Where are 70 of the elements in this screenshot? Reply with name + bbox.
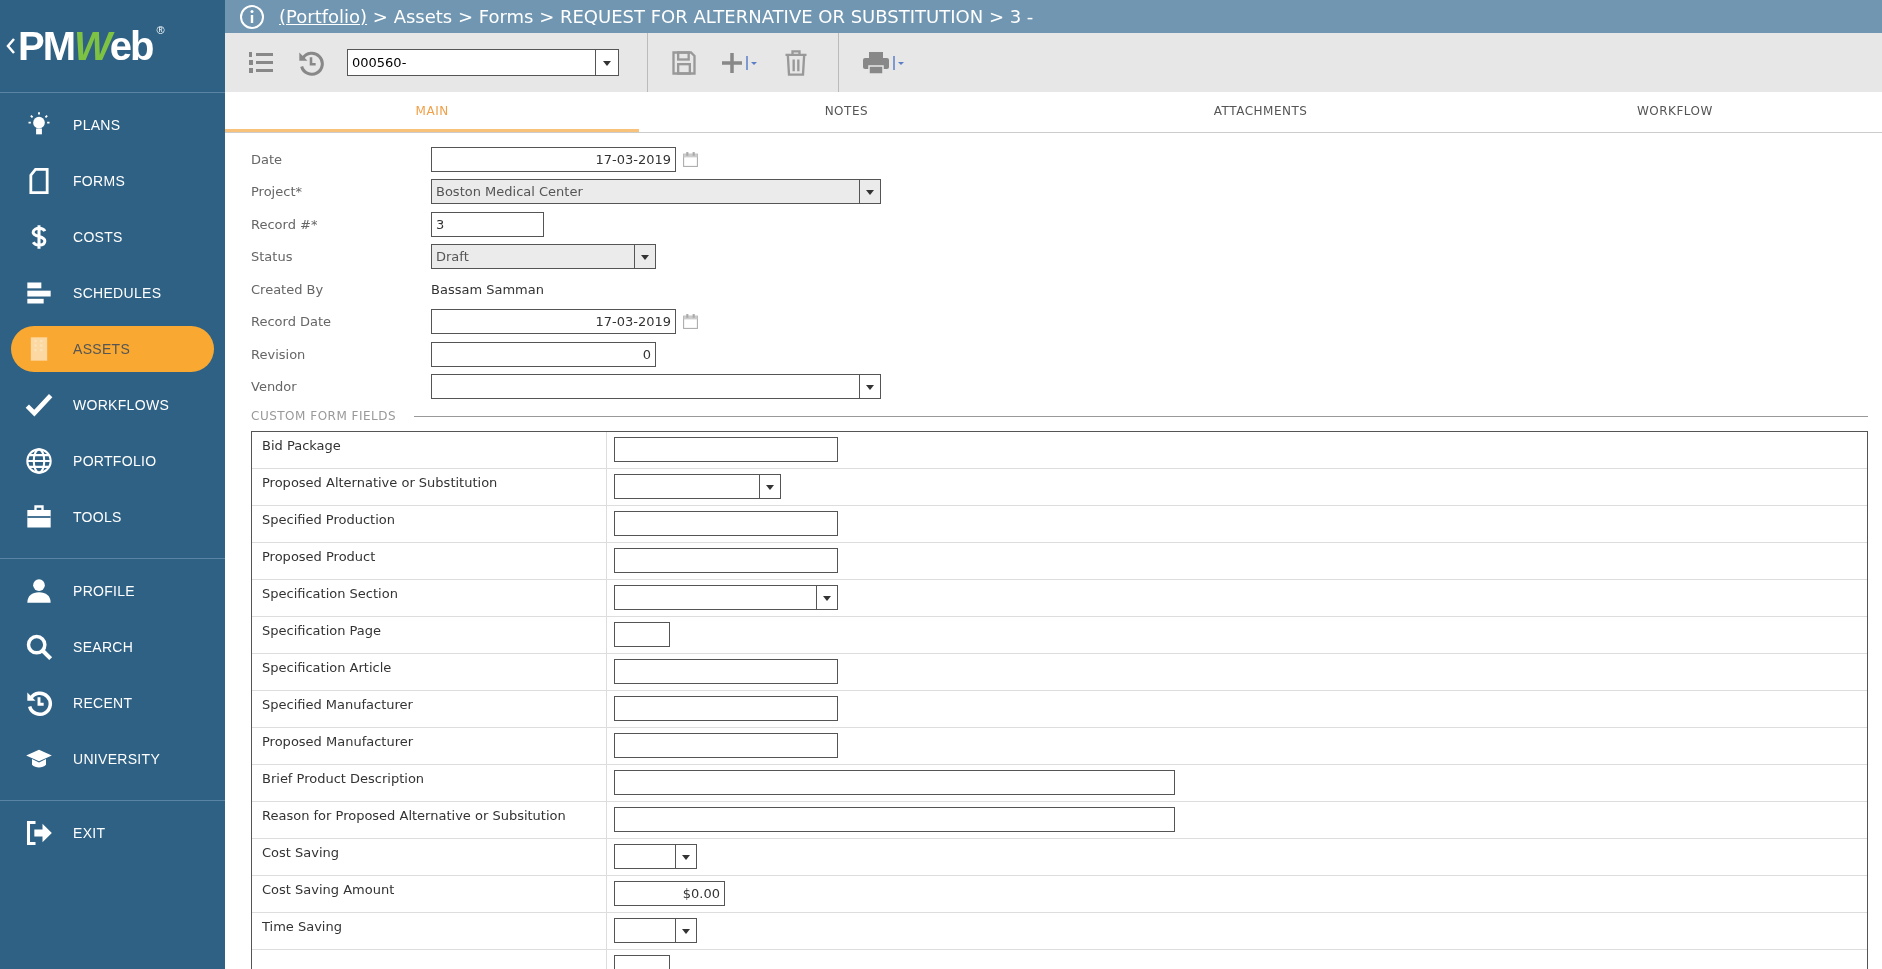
sidebar-item[interactable]: PLANS xyxy=(11,102,214,148)
field-label: Specified Production xyxy=(262,512,395,527)
sidebar-item[interactable]: WORKFLOWS xyxy=(11,382,214,428)
info-icon[interactable] xyxy=(239,3,265,30)
field-value: Bassam Samman xyxy=(431,281,544,297)
dropdown-field[interactable] xyxy=(614,918,697,943)
back-chevron-icon[interactable] xyxy=(6,37,16,55)
exit-icon xyxy=(25,819,53,847)
tab[interactable]: ATTACHMENTS xyxy=(1053,92,1468,132)
field-label: Cost Saving Amount xyxy=(262,882,395,897)
input-field[interactable] xyxy=(614,807,1175,832)
field-label: Brief Product Description xyxy=(262,771,425,786)
input-field[interactable] xyxy=(614,733,838,758)
field-label: Proposed Alternative or Substitution xyxy=(262,475,498,490)
sidebar-item[interactable]: UNIVERSITY xyxy=(11,736,214,782)
user-icon xyxy=(25,577,53,605)
sidebar-item[interactable]: EXIT xyxy=(11,810,214,856)
input-field[interactable]: $0.00 xyxy=(614,881,725,906)
globe-icon xyxy=(25,447,53,475)
sidebar-item[interactable]: PROFILE xyxy=(11,568,214,614)
field-label: Proposed Manufacturer xyxy=(262,734,414,749)
field-label: Time Saving xyxy=(262,919,342,934)
search-icon xyxy=(25,633,53,661)
input-field[interactable]: 0 xyxy=(431,341,656,367)
record-dropdown[interactable]: 000560- xyxy=(347,49,619,76)
field-label: Created By xyxy=(251,281,325,297)
input-field[interactable] xyxy=(614,770,1175,795)
breadcrumb-path: > Assets > Forms > REQUEST FOR ALTERNATIVE OR SUBSTITUTION > 3 - xyxy=(372,6,1034,27)
field-label: Reason for Proposed Alternative or Subsitution xyxy=(262,808,566,823)
field-label: Specification Article xyxy=(262,660,392,675)
sidebar-item[interactable]: SEARCH xyxy=(11,624,214,670)
field-label: Record #* xyxy=(251,216,319,232)
sidebar-item[interactable]: SCHEDULES xyxy=(11,270,214,316)
history-icon xyxy=(25,689,53,717)
field-label: Specified Manufacturer xyxy=(262,697,413,712)
field-label: Revision xyxy=(251,346,307,362)
field-label: Record Date xyxy=(251,314,333,330)
briefcase-icon xyxy=(25,503,53,531)
field-label: Bid Package xyxy=(262,438,341,453)
field-label: Cost Saving xyxy=(262,845,340,860)
sidebar-item[interactable]: TOOLS xyxy=(11,494,214,540)
field-label: Status xyxy=(251,249,294,265)
input-field[interactable] xyxy=(614,437,838,462)
tab[interactable]: WORKFLOW xyxy=(1467,92,1882,132)
sidebar-item[interactable]: COSTS xyxy=(11,214,214,260)
dropdown-field[interactable] xyxy=(614,474,781,499)
field-label: Specification Page xyxy=(262,623,382,638)
field-label: Vendor xyxy=(251,379,298,395)
sidebar-item[interactable]: FORMS xyxy=(11,158,214,204)
input-field[interactable]: 3 xyxy=(431,211,544,237)
date-field[interactable]: 17-03-2019 xyxy=(431,146,676,172)
input-field[interactable] xyxy=(614,659,838,684)
field-label: Proposed Product xyxy=(262,549,376,564)
input-field[interactable] xyxy=(614,511,838,536)
input-field[interactable] xyxy=(614,622,670,647)
section-title: CUSTOM FORM FIELDS xyxy=(251,409,397,423)
sidebar-item[interactable]: RECENT xyxy=(11,680,214,726)
input-field[interactable] xyxy=(614,548,838,573)
sidebar-item[interactable]: PORTFOLIO xyxy=(11,438,214,484)
dropdown-field[interactable] xyxy=(614,844,697,869)
field-label: Specification Section xyxy=(262,586,398,601)
date-field[interactable]: 17-03-2019 xyxy=(431,309,676,335)
sidebar-item[interactable]: ASSETS xyxy=(11,326,214,372)
dropdown-field[interactable] xyxy=(614,585,838,610)
logo: PMWeb® xyxy=(18,23,165,69)
dropdown-field[interactable] xyxy=(431,374,881,400)
tab[interactable]: NOTES xyxy=(639,92,1054,132)
input-field[interactable] xyxy=(614,696,838,721)
field-label: Date xyxy=(251,151,284,167)
field-label: Project* xyxy=(251,184,303,200)
